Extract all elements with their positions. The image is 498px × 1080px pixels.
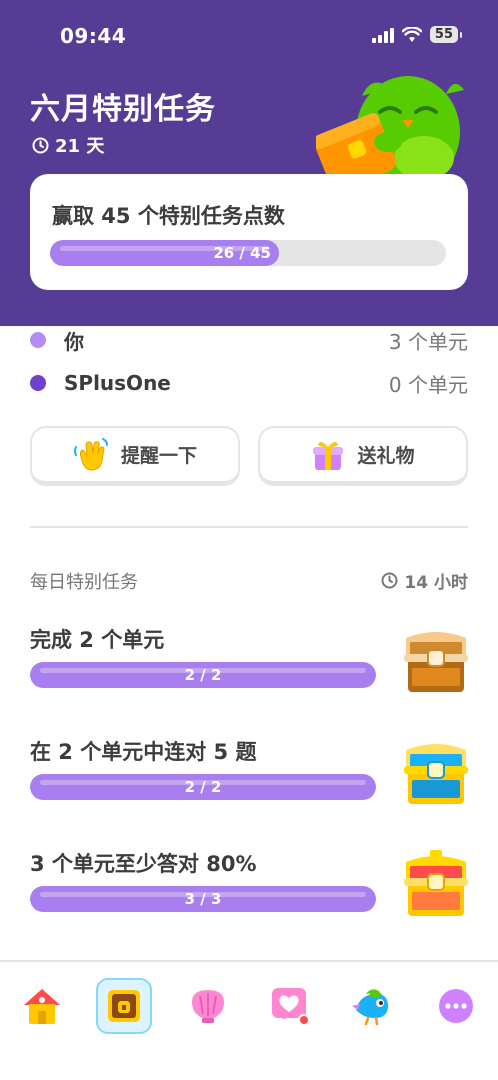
send-gift-button[interactable]: 送礼物 bbox=[258, 426, 468, 486]
bottom-tab-bar bbox=[0, 960, 498, 1080]
quests-chest-icon bbox=[108, 990, 140, 1022]
member-color-dot bbox=[30, 332, 46, 348]
clock-icon bbox=[381, 572, 398, 589]
daily-quest-item: 3 个单元至少答对 80% 3 / 3 bbox=[30, 848, 470, 944]
heart-icon bbox=[272, 988, 310, 1026]
quest-progress-label: 2 / 2 bbox=[184, 666, 222, 684]
daily-quests-timer: 14 小时 bbox=[381, 568, 468, 593]
battery-icon: 55 bbox=[429, 26, 463, 43]
tab-messages[interactable] bbox=[262, 978, 318, 1034]
timer-label: 14 小时 bbox=[404, 573, 468, 593]
goal-progress-label: 26 / 45 bbox=[213, 244, 271, 262]
tab-shell[interactable] bbox=[180, 978, 236, 1034]
status-icons: 55 bbox=[371, 26, 463, 43]
quest-progress-bar: 2 / 2 bbox=[30, 774, 376, 800]
shell-icon bbox=[192, 990, 224, 1023]
goal-text: 赢取 45 个特别任务点数 bbox=[52, 204, 285, 228]
quest-progress-label: 3 / 3 bbox=[184, 890, 222, 908]
quest-header: 09:44 55 六月特别任务 21 天 赢取 45 个特别任务点数 26 / … bbox=[0, 0, 498, 326]
bronze-chest-icon[interactable] bbox=[402, 624, 470, 696]
clock-icon bbox=[32, 137, 49, 153]
silver-chest-icon[interactable] bbox=[402, 736, 470, 808]
member-name: 你 bbox=[64, 329, 84, 354]
home-icon bbox=[24, 989, 60, 1024]
quest-progress-bar: 3 / 3 bbox=[30, 886, 376, 912]
daily-quest-item: 在 2 个单元中连对 5 题 2 / 2 bbox=[30, 736, 470, 832]
member-units: 0 个单元 bbox=[388, 372, 468, 397]
gold-chest-icon[interactable] bbox=[402, 848, 470, 920]
duo-bird-icon bbox=[352, 989, 388, 1026]
quest-goal-card: 赢取 45 个特别任务点数 26 / 45 bbox=[30, 174, 468, 290]
member-color-dot bbox=[30, 375, 46, 391]
tab-character[interactable] bbox=[344, 978, 400, 1034]
gift-icon bbox=[313, 441, 344, 470]
waving-hand-icon bbox=[73, 437, 108, 471]
quest-title: 完成 2 个单元 bbox=[30, 628, 165, 652]
daily-quests-title: 每日特别任务 bbox=[30, 572, 138, 593]
tab-more[interactable] bbox=[428, 978, 484, 1034]
member-units: 3 个单元 bbox=[388, 329, 468, 354]
quest-title: 在 2 个单元中连对 5 题 bbox=[30, 740, 257, 764]
status-time: 09:44 bbox=[60, 24, 127, 48]
member-row-you: 你 3 个单元 bbox=[30, 324, 468, 356]
quest-progress-bar: 2 / 2 bbox=[30, 662, 376, 688]
duo-owl-mascot-icon bbox=[316, 76, 464, 182]
daily-quests-header: 每日特别任务 14 小时 bbox=[30, 566, 468, 594]
member-name: SPlusOne bbox=[64, 371, 171, 395]
nudge-button[interactable]: 提醒一下 bbox=[30, 426, 240, 486]
section-divider bbox=[30, 526, 468, 528]
tab-quests[interactable] bbox=[96, 978, 152, 1034]
daily-quest-item: 完成 2 个单元 2 / 2 bbox=[30, 624, 470, 720]
wifi-icon bbox=[401, 26, 422, 42]
signal-icon bbox=[371, 27, 394, 43]
quest-title: 3 个单元至少答对 80% bbox=[30, 852, 257, 876]
days-label: 21 天 bbox=[55, 136, 105, 157]
more-icon bbox=[439, 989, 473, 1023]
nudge-label: 提醒一下 bbox=[120, 445, 197, 467]
quest-progress-label: 2 / 2 bbox=[184, 778, 222, 796]
goal-progress-bar: 26 / 45 bbox=[50, 240, 446, 266]
page-title: 六月特别任务 bbox=[30, 92, 216, 127]
tab-home[interactable] bbox=[14, 978, 70, 1034]
gift-label: 送礼物 bbox=[357, 445, 415, 467]
quest-days-remaining: 21 天 bbox=[32, 132, 104, 158]
status-bar: 09:44 55 bbox=[0, 22, 498, 52]
member-row-friend: SPlusOne 0 个单元 bbox=[30, 367, 468, 399]
